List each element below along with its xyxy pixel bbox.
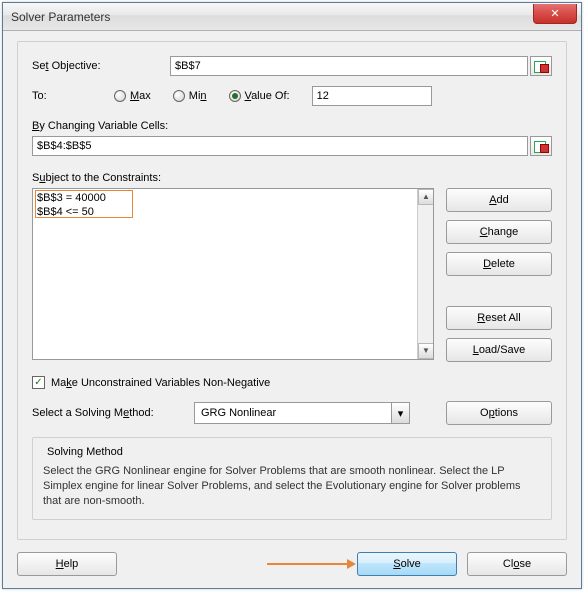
objective-row: Set Objective: [32, 56, 552, 76]
constraints-label: Subject to the Constraints: [32, 172, 552, 184]
radio-valueof[interactable]: Value Of: [229, 90, 290, 102]
titlebar[interactable]: Solver Parameters ✕ [3, 3, 581, 31]
changing-range-picker[interactable] [530, 136, 552, 156]
radio-icon [114, 90, 126, 102]
radio-max[interactable]: Max [114, 90, 151, 102]
radio-icon [229, 90, 241, 102]
window-title: Solver Parameters [11, 10, 533, 24]
scroll-up-icon[interactable]: ▲ [418, 189, 434, 205]
constraint-buttons: Add Change Delete Reset All Load/Save [446, 188, 552, 362]
objective-range-picker[interactable] [530, 56, 552, 76]
solving-method-fieldset: Solving Method Select the GRG Nonlinear … [32, 437, 552, 520]
to-row: To: Max Min Value Of: [32, 86, 552, 106]
to-label: To: [32, 90, 92, 102]
objective-label: Set Objective: [32, 60, 162, 72]
main-panel: Set Objective: To: Max Min [17, 41, 567, 540]
changing-cells-input[interactable] [32, 136, 528, 156]
solving-method-row: Select a Solving Method: GRG Nonlinear ▾… [32, 401, 552, 425]
close-icon: ✕ [550, 7, 559, 20]
solver-parameters-dialog: Solver Parameters ✕ Set Objective: To: M… [2, 2, 582, 589]
nonneg-checkbox[interactable]: ✓ [32, 376, 45, 389]
radio-min[interactable]: Min [173, 90, 207, 102]
changing-cells-row [32, 136, 552, 156]
fieldset-title: Solving Method [43, 446, 127, 458]
nonneg-row: ✓ Make Unconstrained Variables Non-Negat… [32, 376, 552, 389]
content-area: Set Objective: To: Max Min [3, 31, 581, 588]
nonneg-label: Make Unconstrained Variables Non-Negativ… [51, 377, 270, 389]
solve-button[interactable]: Solve [357, 552, 457, 576]
close-window-button[interactable]: ✕ [533, 4, 577, 24]
valueof-input[interactable] [312, 86, 432, 106]
load-save-button[interactable]: Load/Save [446, 338, 552, 362]
change-button[interactable]: Change [446, 220, 552, 244]
range-picker-icon [534, 60, 548, 72]
solving-method-select[interactable]: GRG Nonlinear ▾ [194, 402, 410, 424]
dialog-buttons-row: Help Solve Close [17, 552, 567, 576]
close-button[interactable]: Close [467, 552, 567, 576]
radio-icon [173, 90, 185, 102]
scroll-down-icon[interactable]: ▼ [418, 343, 434, 359]
range-picker-icon [534, 140, 548, 152]
solving-method-description: Select the GRG Nonlinear engine for Solv… [43, 464, 541, 509]
list-item[interactable]: $B$3 = 40000 [37, 191, 429, 205]
scrollbar[interactable]: ▲ ▼ [417, 189, 433, 359]
help-button[interactable]: Help [17, 552, 117, 576]
reset-all-button[interactable]: Reset All [446, 306, 552, 330]
chevron-down-icon[interactable]: ▾ [391, 403, 409, 423]
changing-cells-label: By Changing Variable Cells: [32, 120, 552, 132]
list-item[interactable]: $B$4 <= 50 [37, 205, 429, 219]
constraints-area: $B$3 = 40000 $B$4 <= 50 ▲ ▼ Add Change D… [32, 188, 552, 362]
options-button[interactable]: Options [446, 401, 552, 425]
add-button[interactable]: Add [446, 188, 552, 212]
annotation-arrow [267, 559, 356, 569]
delete-button[interactable]: Delete [446, 252, 552, 276]
objective-input[interactable] [170, 56, 528, 76]
select-value: GRG Nonlinear [201, 407, 276, 419]
solving-method-label: Select a Solving Method: [32, 407, 182, 419]
constraints-listbox[interactable]: $B$3 = 40000 $B$4 <= 50 ▲ ▼ [32, 188, 434, 360]
